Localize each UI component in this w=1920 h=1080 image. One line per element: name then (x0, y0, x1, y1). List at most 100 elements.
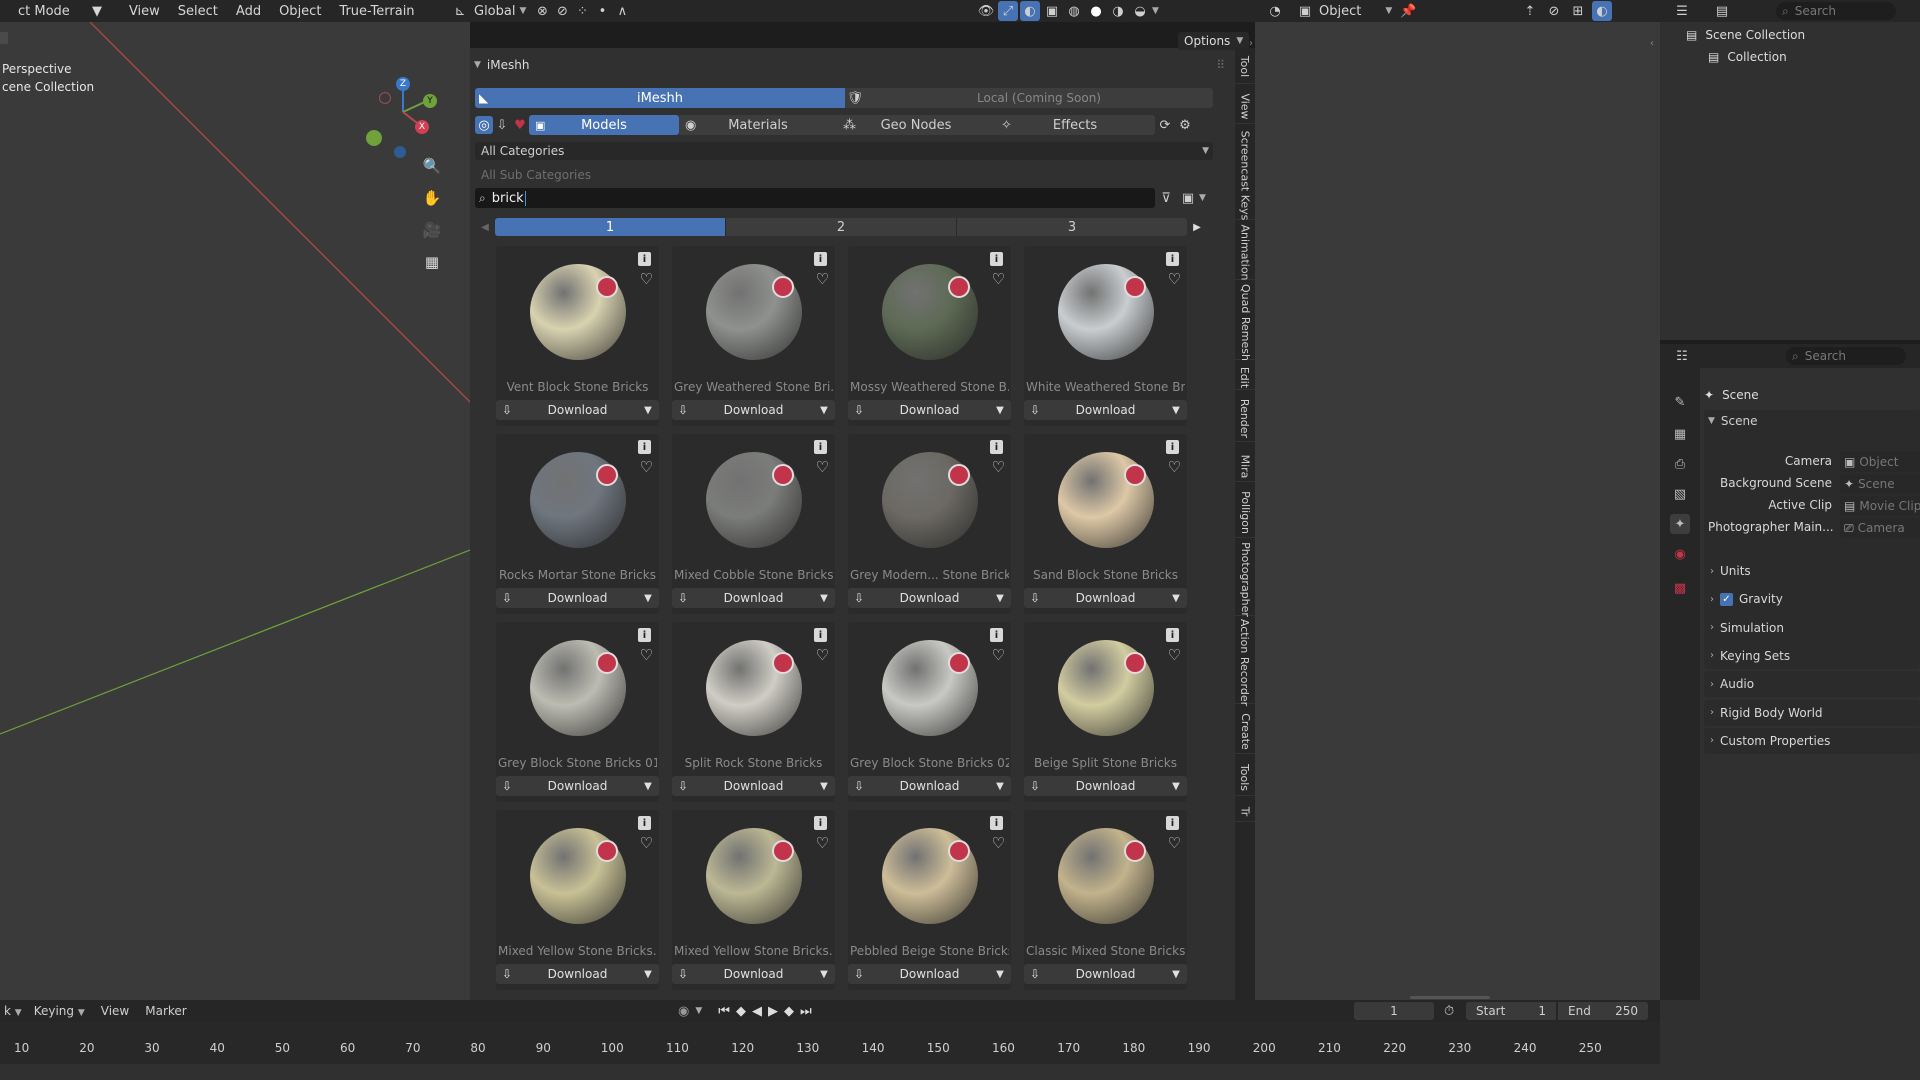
asset-card[interactable]: i ♡ Beige Split Stone Bricks ⇩ Download ▼ (1024, 622, 1187, 802)
scene-icon[interactable]: ✦ (1670, 514, 1690, 534)
drag-handle-icon[interactable]: ⠿ (1216, 58, 1225, 72)
editor-type-icon[interactable]: ☷ (1672, 346, 1692, 366)
heart-icon[interactable]: ♡ (1168, 458, 1181, 476)
overlay-icon[interactable]: ◐ (1020, 1, 1040, 21)
download-button[interactable]: ⇩ Download ▼ (672, 588, 835, 608)
panel-gravity[interactable]: › ✓ Gravity (1704, 586, 1920, 613)
chevron-down-icon[interactable]: ▼ (1152, 6, 1159, 16)
area-resize-handle[interactable] (1410, 996, 1490, 999)
sidebar-tab-polligon[interactable]: Polligon (1235, 488, 1255, 538)
transform-orientation-dropdown[interactable]: ⊾ Global ▼ (444, 1, 532, 21)
asset-card[interactable]: i ♡ Sand Block Stone Bricks ⇩ Download ▼ (1024, 434, 1187, 614)
asset-card[interactable]: i ♡ Rocks Mortar Stone Bricks ⇩ Download ▼ (496, 434, 659, 614)
menu-object[interactable]: Object (270, 4, 330, 19)
download-button[interactable]: ⇩ Download ▼ (1024, 588, 1187, 608)
tab-models[interactable]: ▣ Models (529, 115, 679, 135)
sidebar-tab-mira[interactable]: Mira (1235, 452, 1255, 482)
heart-icon[interactable]: ♡ (992, 270, 1005, 288)
page-1[interactable]: 1 (495, 218, 725, 236)
info-icon[interactable]: i (990, 628, 1003, 642)
menu-select[interactable]: Select (169, 4, 227, 19)
chevron-down-icon[interactable]: ▼ (1199, 193, 1206, 203)
view-mode-icon[interactable]: ▣ (1177, 188, 1199, 208)
perspective-grid-icon[interactable]: ▦ (418, 248, 446, 276)
menu-add[interactable]: Add (227, 4, 270, 19)
texture-icon[interactable]: ▩ (1670, 578, 1690, 598)
heart-icon[interactable]: ♡ (816, 834, 829, 852)
heart-icon[interactable]: ♡ (640, 834, 653, 852)
axis-neg-z-button[interactable] (394, 146, 406, 158)
sidebar-tab-quad-remesh[interactable]: Quad Remesh (1235, 284, 1255, 361)
display-mode-icon[interactable]: ▤ (1712, 1, 1732, 21)
tab-imeshh[interactable]: ◣ iMeshh (475, 88, 845, 108)
panel-custom-properties[interactable]: › Custom Properties (1704, 727, 1920, 754)
info-icon[interactable]: i (638, 440, 651, 454)
info-icon[interactable]: i (1166, 252, 1179, 266)
asset-card[interactable]: i ♡ White Weathered Stone Br... ⇩ Download ▼ (1024, 246, 1187, 426)
asset-card[interactable]: i ♡ Grey Block Stone Bricks 01 ⇩ Download ▼ (496, 622, 659, 802)
field-value[interactable]: ▤ Movie Clip (1840, 496, 1920, 516)
axis-neg-x-button[interactable] (379, 92, 391, 104)
asset-card[interactable]: i ♡ Mixed Yellow Stone Bricks... ⇩ Download ▼ (672, 810, 835, 990)
filter-icon[interactable]: ⊽ (1155, 188, 1177, 208)
axis-neg-y-button[interactable] (366, 130, 382, 146)
chevron-down-icon[interactable]: ▼ (989, 781, 1011, 792)
axis-y-button[interactable]: Y (423, 94, 437, 108)
panel-audio[interactable]: › Audio (1704, 671, 1920, 698)
panel-units[interactable]: › Units (1704, 558, 1920, 584)
chevron-down-icon[interactable]: ▼ (989, 593, 1011, 604)
zoom-icon[interactable]: 🔍 (418, 152, 446, 180)
scene-panel-header[interactable]: ▼ Scene (1708, 414, 1758, 428)
info-icon[interactable]: i (1166, 816, 1179, 830)
info-icon[interactable]: i (1166, 628, 1179, 642)
viewport-3d[interactable]: Perspective cene Collection Z Y X 🔍 ✋ 🎥 … (0, 22, 470, 1000)
heart-icon[interactable]: ♡ (640, 458, 653, 476)
page-2[interactable]: 2 (725, 218, 956, 236)
download-icon[interactable]: ⇩ (493, 115, 511, 135)
outliner-search[interactable]: ⌕ Search (1776, 2, 1896, 20)
sidebar-tab-animation[interactable]: Animation (1235, 224, 1255, 281)
world-icon[interactable]: ◉ (1670, 544, 1690, 564)
camera-view-icon[interactable]: 🎥 (418, 216, 446, 244)
heart-icon[interactable]: ♡ (992, 458, 1005, 476)
grid-icon[interactable]: ⊞ (1568, 1, 1588, 21)
sidebar-tab-action-recorder[interactable]: Action Recorder (1235, 619, 1255, 706)
chevron-down-icon[interactable]: ▼ (637, 969, 659, 980)
sidebar-tab-create[interactable]: Create (1235, 710, 1255, 754)
download-button[interactable]: ⇩ Download ▼ (848, 588, 1011, 608)
download-button[interactable]: ⇩ Download ▼ (1024, 964, 1187, 984)
asset-card[interactable]: i ♡ Vent Block Stone Bricks ⇩ Download ▼ (496, 246, 659, 426)
viewport-3d-right[interactable]: › ‹ (1249, 22, 1660, 1000)
chevron-down-icon[interactable]: ▼ (637, 781, 659, 792)
download-button[interactable]: ⇩ Download ▼ (496, 964, 659, 984)
toolbar-toggle[interactable] (0, 32, 8, 44)
xray-icon[interactable]: ▣ (1042, 1, 1062, 21)
sidebar-tab-photographer[interactable]: Photographer (1235, 542, 1255, 617)
panel-rigid-body-world[interactable]: › Rigid Body World (1704, 699, 1920, 726)
settings-gear-icon[interactable]: ⚙ (1175, 115, 1195, 135)
asset-card[interactable]: i ♡ Grey Block Stone Bricks 02 ⇩ Download ▼ (848, 622, 1011, 802)
prev-page-icon[interactable]: ◀ (475, 222, 495, 233)
gizmo-icon[interactable]: ⤢ (998, 1, 1018, 21)
rendered-shading-icon[interactable]: ◒ (1130, 1, 1150, 21)
heart-icon[interactable]: ♡ (1168, 834, 1181, 852)
chevron-down-icon[interactable]: ▼ (813, 593, 835, 604)
chevron-down-icon[interactable]: ▼ (813, 781, 835, 792)
info-icon[interactable]: i (1166, 440, 1179, 454)
search-box[interactable]: ⌕ brick (475, 188, 1155, 208)
download-button[interactable]: ⇩ Download ▼ (1024, 400, 1187, 420)
navigation-gizmo[interactable]: Z Y X (365, 74, 445, 164)
info-icon[interactable]: i (814, 816, 827, 830)
pivot-icon[interactable]: ⊗ (532, 1, 552, 21)
view-type-icon[interactable]: ◔ (1265, 1, 1285, 21)
info-icon[interactable]: i (814, 440, 827, 454)
falloff-icon[interactable]: ∧ (612, 1, 632, 21)
info-icon[interactable]: i (638, 252, 651, 266)
object-mode-dropdown[interactable]: ▣ Object ▼ (1289, 1, 1398, 21)
wireframe-shading-icon[interactable]: ◍ (1064, 1, 1084, 21)
refresh-icon[interactable]: ⟳ (1155, 115, 1175, 135)
tab-effects[interactable]: ✧ Effects (995, 115, 1155, 135)
category-dropdown[interactable]: All Categories ▼ (475, 142, 1213, 160)
chevron-down-icon[interactable]: ▼ (1165, 781, 1187, 792)
overlay-toggle-icon[interactable]: ◐ (1592, 1, 1612, 21)
